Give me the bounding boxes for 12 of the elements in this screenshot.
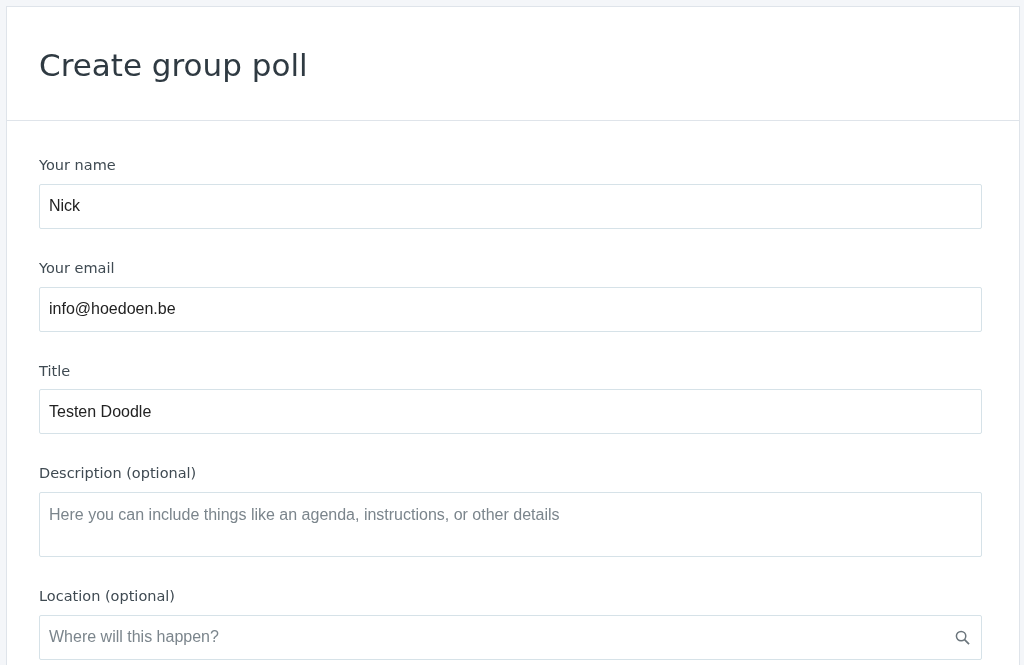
field-label: Your name [39,156,117,175]
text-field[interactable]: Testen Doodle [39,389,982,435]
text-field[interactable]: info@hoedoen.be [39,286,982,332]
page-title: Create group poll [39,45,308,85]
search-icon [955,629,970,645]
text-field[interactable]: Nick [39,183,982,229]
location-field[interactable]: Where will this happen? [39,614,982,660]
description-field[interactable]: Here you can include things like an agenda, instructions, or other details [39,492,982,557]
field-label: Description (optional) [39,464,198,484]
field-label: Title [39,361,72,381]
field-label: Your email [39,258,116,278]
field-label: Location (optional) [39,587,176,606]
